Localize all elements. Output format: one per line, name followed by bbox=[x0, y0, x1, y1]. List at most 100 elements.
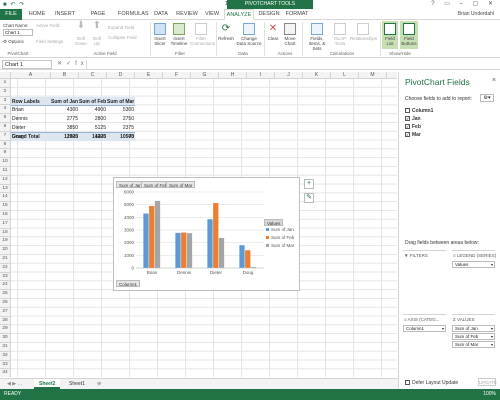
chart-styles-button[interactable]: ✎ bbox=[304, 193, 314, 203]
pivot-value-cell[interactable]: 5125 bbox=[79, 124, 106, 132]
row-header[interactable]: 11 bbox=[0, 167, 11, 176]
tab-formulas[interactable]: FORMULAS bbox=[118, 9, 149, 20]
window-controls[interactable]: ? ▭ – ▢ ✕ bbox=[431, 0, 497, 7]
pivot-value-cell[interactable]: Sum of Jan bbox=[51, 98, 78, 106]
zoom-level[interactable]: 100% bbox=[483, 389, 496, 400]
field-item[interactable]: ✓ Feb bbox=[405, 124, 421, 130]
formula-icons[interactable]: ✕✓fx bbox=[57, 60, 88, 69]
values-area[interactable]: Σ VALUES Sum of Jan Sum of Feb Sum of Ma… bbox=[452, 314, 495, 349]
bar-brian-1[interactable] bbox=[143, 213, 149, 268]
bar-dennis-1[interactable] bbox=[175, 232, 181, 268]
row-header[interactable]: 4 bbox=[0, 105, 11, 115]
name-box[interactable]: Chart 1 bbox=[2, 60, 52, 69]
pivot-value-cell[interactable]: 4300 bbox=[51, 106, 78, 114]
field-item[interactable]: ✓ Mar bbox=[405, 132, 421, 138]
row-header[interactable]: 12 bbox=[0, 175, 11, 185]
row-header[interactable]: 25 bbox=[0, 290, 11, 299]
row-header[interactable]: 31 bbox=[0, 343, 11, 352]
row-header[interactable]: 28 bbox=[0, 316, 11, 326]
update-button[interactable]: UPDATE bbox=[478, 378, 497, 386]
legend-area[interactable]: ≡ LEGEND (SERIES) Values bbox=[452, 250, 496, 269]
options-button[interactable]: ⚙ Options bbox=[3, 39, 24, 44]
bar-dieter-3[interactable] bbox=[218, 237, 225, 268]
fields-items-sets-button[interactable]: Fields, Items, & Sets bbox=[304, 23, 330, 51]
row-header[interactable]: 21 bbox=[0, 255, 11, 264]
formula-input[interactable] bbox=[86, 60, 386, 69]
axis-chip-column1[interactable]: Column1 bbox=[403, 325, 446, 332]
column-header[interactable]: B bbox=[51, 72, 79, 79]
pivot-row-label[interactable]: Dennis bbox=[12, 115, 50, 123]
field-item[interactable]: Column1 bbox=[405, 108, 433, 114]
sheet-tab-sheet2[interactable]: Sheet2 bbox=[34, 379, 61, 389]
pivot-value-cell[interactable]: 4900 bbox=[79, 106, 106, 114]
row-header[interactable]: 13 bbox=[0, 184, 11, 194]
bar-brian-3[interactable] bbox=[154, 200, 161, 268]
tab-file[interactable]: FILE bbox=[0, 9, 22, 20]
user-name[interactable]: Brian Underdahl bbox=[458, 9, 494, 20]
row-header[interactable]: 10 bbox=[0, 158, 11, 167]
legend-entry[interactable]: Sum of Mar bbox=[271, 243, 295, 248]
pivot-value-cell[interactable]: Sum of Feb bbox=[79, 98, 106, 106]
tab-data[interactable]: DATA bbox=[150, 9, 172, 20]
row-header[interactable]: 3 bbox=[0, 96, 11, 106]
pivot-value-cell[interactable]: 5300 bbox=[107, 106, 134, 114]
tab-page-layout[interactable]: PAGE LAYOUT bbox=[80, 9, 116, 28]
sheet-tab-sheet1[interactable]: Sheet1 bbox=[64, 379, 90, 389]
pivot-row-label[interactable]: Dieter bbox=[12, 124, 50, 132]
field-list-button[interactable]: Field List bbox=[382, 21, 398, 49]
drill-down-button[interactable]: ⬇ Drill Down bbox=[74, 21, 88, 47]
axis-area[interactable]: ≡ AXIS (CATEG... Column1 bbox=[403, 314, 446, 333]
enter-icon[interactable]: ✓ bbox=[66, 61, 75, 67]
pivot-value-cell[interactable]: 12925 bbox=[51, 133, 78, 141]
legend-chip-values[interactable]: Values bbox=[452, 261, 495, 268]
row-header[interactable]: 8 bbox=[0, 140, 11, 150]
gear-icon[interactable]: ⚙▾ bbox=[480, 94, 494, 102]
column-header[interactable]: K bbox=[303, 72, 331, 79]
move-chart-button[interactable]: Move Chart bbox=[282, 23, 298, 46]
close-icon[interactable]: × bbox=[492, 77, 496, 84]
insert-timeline-button[interactable]: Insert Timeline bbox=[170, 23, 188, 46]
tab-view[interactable]: VIEW bbox=[202, 9, 222, 20]
add-sheet-icon[interactable]: ⊕ bbox=[92, 379, 106, 389]
pivot-value-cell[interactable]: 2800 bbox=[79, 115, 106, 123]
bar-dieter-1[interactable] bbox=[207, 219, 213, 268]
pivot-value-cell[interactable]: 10500 bbox=[107, 133, 134, 141]
row-header[interactable]: 30 bbox=[0, 334, 11, 343]
row-header[interactable]: 34 bbox=[0, 369, 11, 377]
row-header[interactable]: 9 bbox=[0, 149, 11, 159]
row-header[interactable]: 14 bbox=[0, 193, 11, 203]
drill-up-button[interactable]: ⬆ Drill Up bbox=[90, 21, 104, 47]
row-header[interactable]: 15 bbox=[0, 202, 11, 211]
pivot-row-label[interactable]: Row Labels bbox=[12, 98, 50, 106]
pivot-row-label[interactable]: Brian bbox=[12, 106, 50, 114]
cancel-icon[interactable]: ✕ bbox=[57, 61, 66, 67]
row-header[interactable]: 19 bbox=[0, 237, 11, 247]
row-header[interactable]: 2 bbox=[0, 87, 11, 97]
tab-review[interactable]: REVIEW bbox=[174, 9, 200, 20]
refresh-button[interactable]: ⟳ Refresh bbox=[218, 23, 234, 41]
column-header[interactable]: D bbox=[107, 72, 135, 79]
pivot-value-cell[interactable]: 2750 bbox=[107, 115, 134, 123]
column-header[interactable]: J bbox=[275, 72, 303, 79]
pivot-value-cell[interactable]: 3850 bbox=[51, 124, 78, 132]
filter-connections-button[interactable]: Filter Connections bbox=[190, 23, 215, 46]
values-chip-mar[interactable]: Sum of Mar bbox=[452, 341, 495, 348]
row-header[interactable]: 23 bbox=[0, 272, 11, 282]
bar-doug-2[interactable] bbox=[245, 250, 251, 268]
bar-brian-2[interactable] bbox=[149, 205, 155, 268]
tab-home[interactable]: HOME bbox=[24, 9, 50, 20]
tab-design[interactable]: DESIGN bbox=[256, 9, 282, 20]
bar-dennis-2[interactable] bbox=[181, 232, 187, 268]
pivot-value-cell[interactable]: 2775 bbox=[51, 115, 78, 123]
collapse-field-button[interactable]: Collapse Field bbox=[108, 35, 137, 40]
olap-tools-button[interactable]: OLAP Tools bbox=[332, 23, 348, 46]
row-header[interactable]: 18 bbox=[0, 228, 11, 238]
column-header[interactable]: E bbox=[135, 72, 163, 79]
pivot-row-label[interactable]: Grand Total bbox=[12, 133, 50, 141]
change-data-source-button[interactable]: Change Data Source bbox=[236, 23, 262, 46]
tab-format[interactable]: FORMAT bbox=[284, 9, 310, 20]
select-all-corner[interactable] bbox=[0, 72, 11, 79]
row-header[interactable]: 16 bbox=[0, 211, 11, 220]
bar-doug-1[interactable] bbox=[239, 245, 245, 268]
field-buttons-button[interactable]: Field Buttons bbox=[400, 21, 418, 49]
